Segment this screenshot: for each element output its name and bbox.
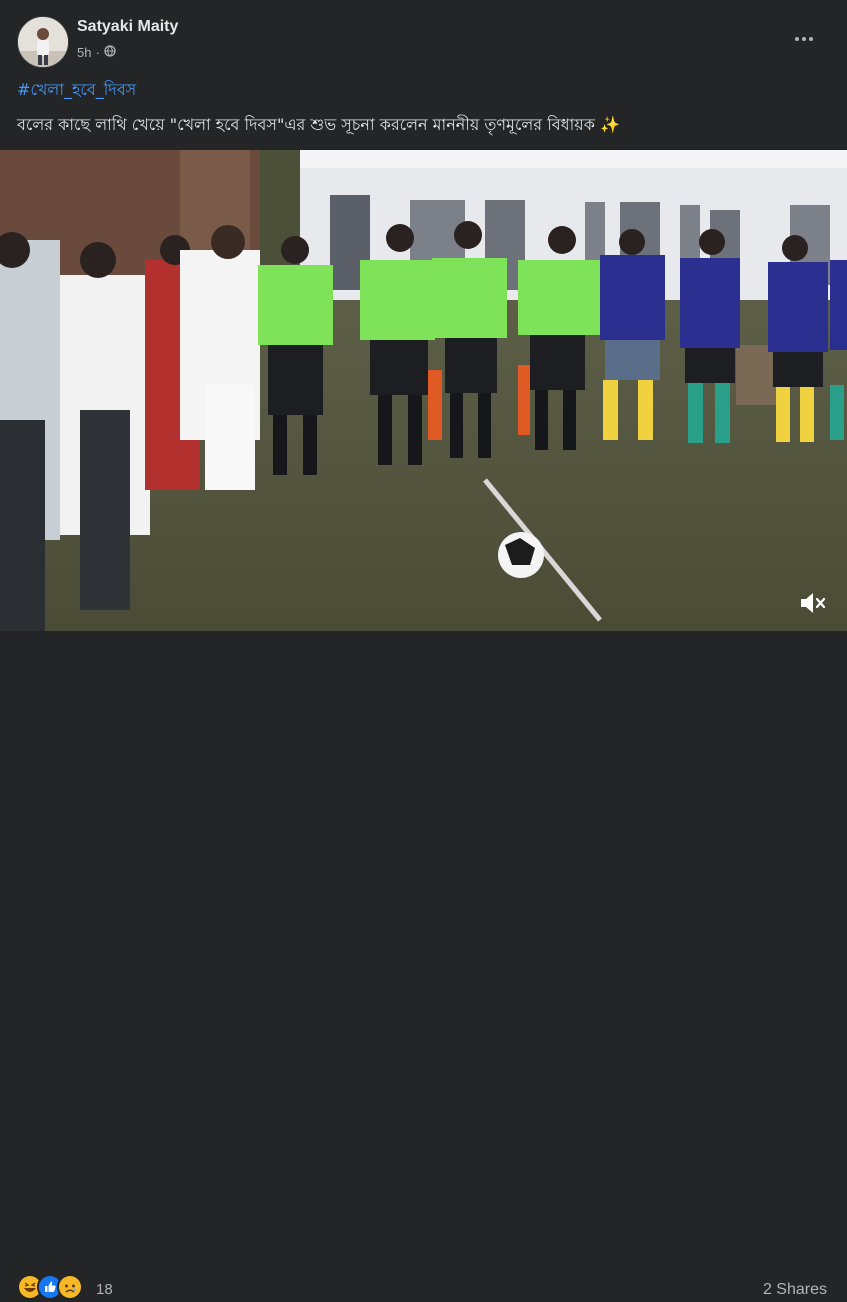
soccer-ball — [498, 532, 544, 578]
dot-icon — [809, 37, 813, 41]
post-footer: 18 2 Shares — [0, 631, 847, 1300]
reactions-summary[interactable] — [17, 1274, 83, 1300]
meta-separator: · — [95, 45, 100, 60]
avatar[interactable] — [17, 16, 69, 68]
post-time[interactable]: 5h — [77, 45, 91, 60]
reaction-count[interactable]: 18 — [96, 1281, 113, 1298]
caption-text: বলের কাছে লাথি খেয়ে "খেলা হবে দিবস"এর শ… — [17, 115, 595, 134]
dot-icon — [802, 37, 806, 41]
sad-icon — [57, 1274, 83, 1300]
shares-count[interactable]: 2 Shares — [763, 1281, 827, 1299]
post-header: Satyaki Maity 5h · — [0, 0, 847, 70]
video-player[interactable] — [0, 150, 847, 631]
hashtag-link[interactable]: #খেলা_হবে_দিবস — [17, 77, 136, 104]
sparkles-icon: ✨ — [599, 115, 620, 134]
more-options-button[interactable] — [789, 26, 819, 52]
video-frame — [0, 150, 847, 631]
post-caption: বলের কাছে লাথি খেয়ে "খেলা হবে দিবস"এর শ… — [17, 112, 620, 139]
speaker-muted-icon[interactable] — [798, 589, 828, 617]
post-meta: 5h · — [77, 45, 116, 60]
globe-icon[interactable] — [104, 45, 116, 60]
author-name[interactable]: Satyaki Maity — [77, 18, 178, 36]
dot-icon — [795, 37, 799, 41]
